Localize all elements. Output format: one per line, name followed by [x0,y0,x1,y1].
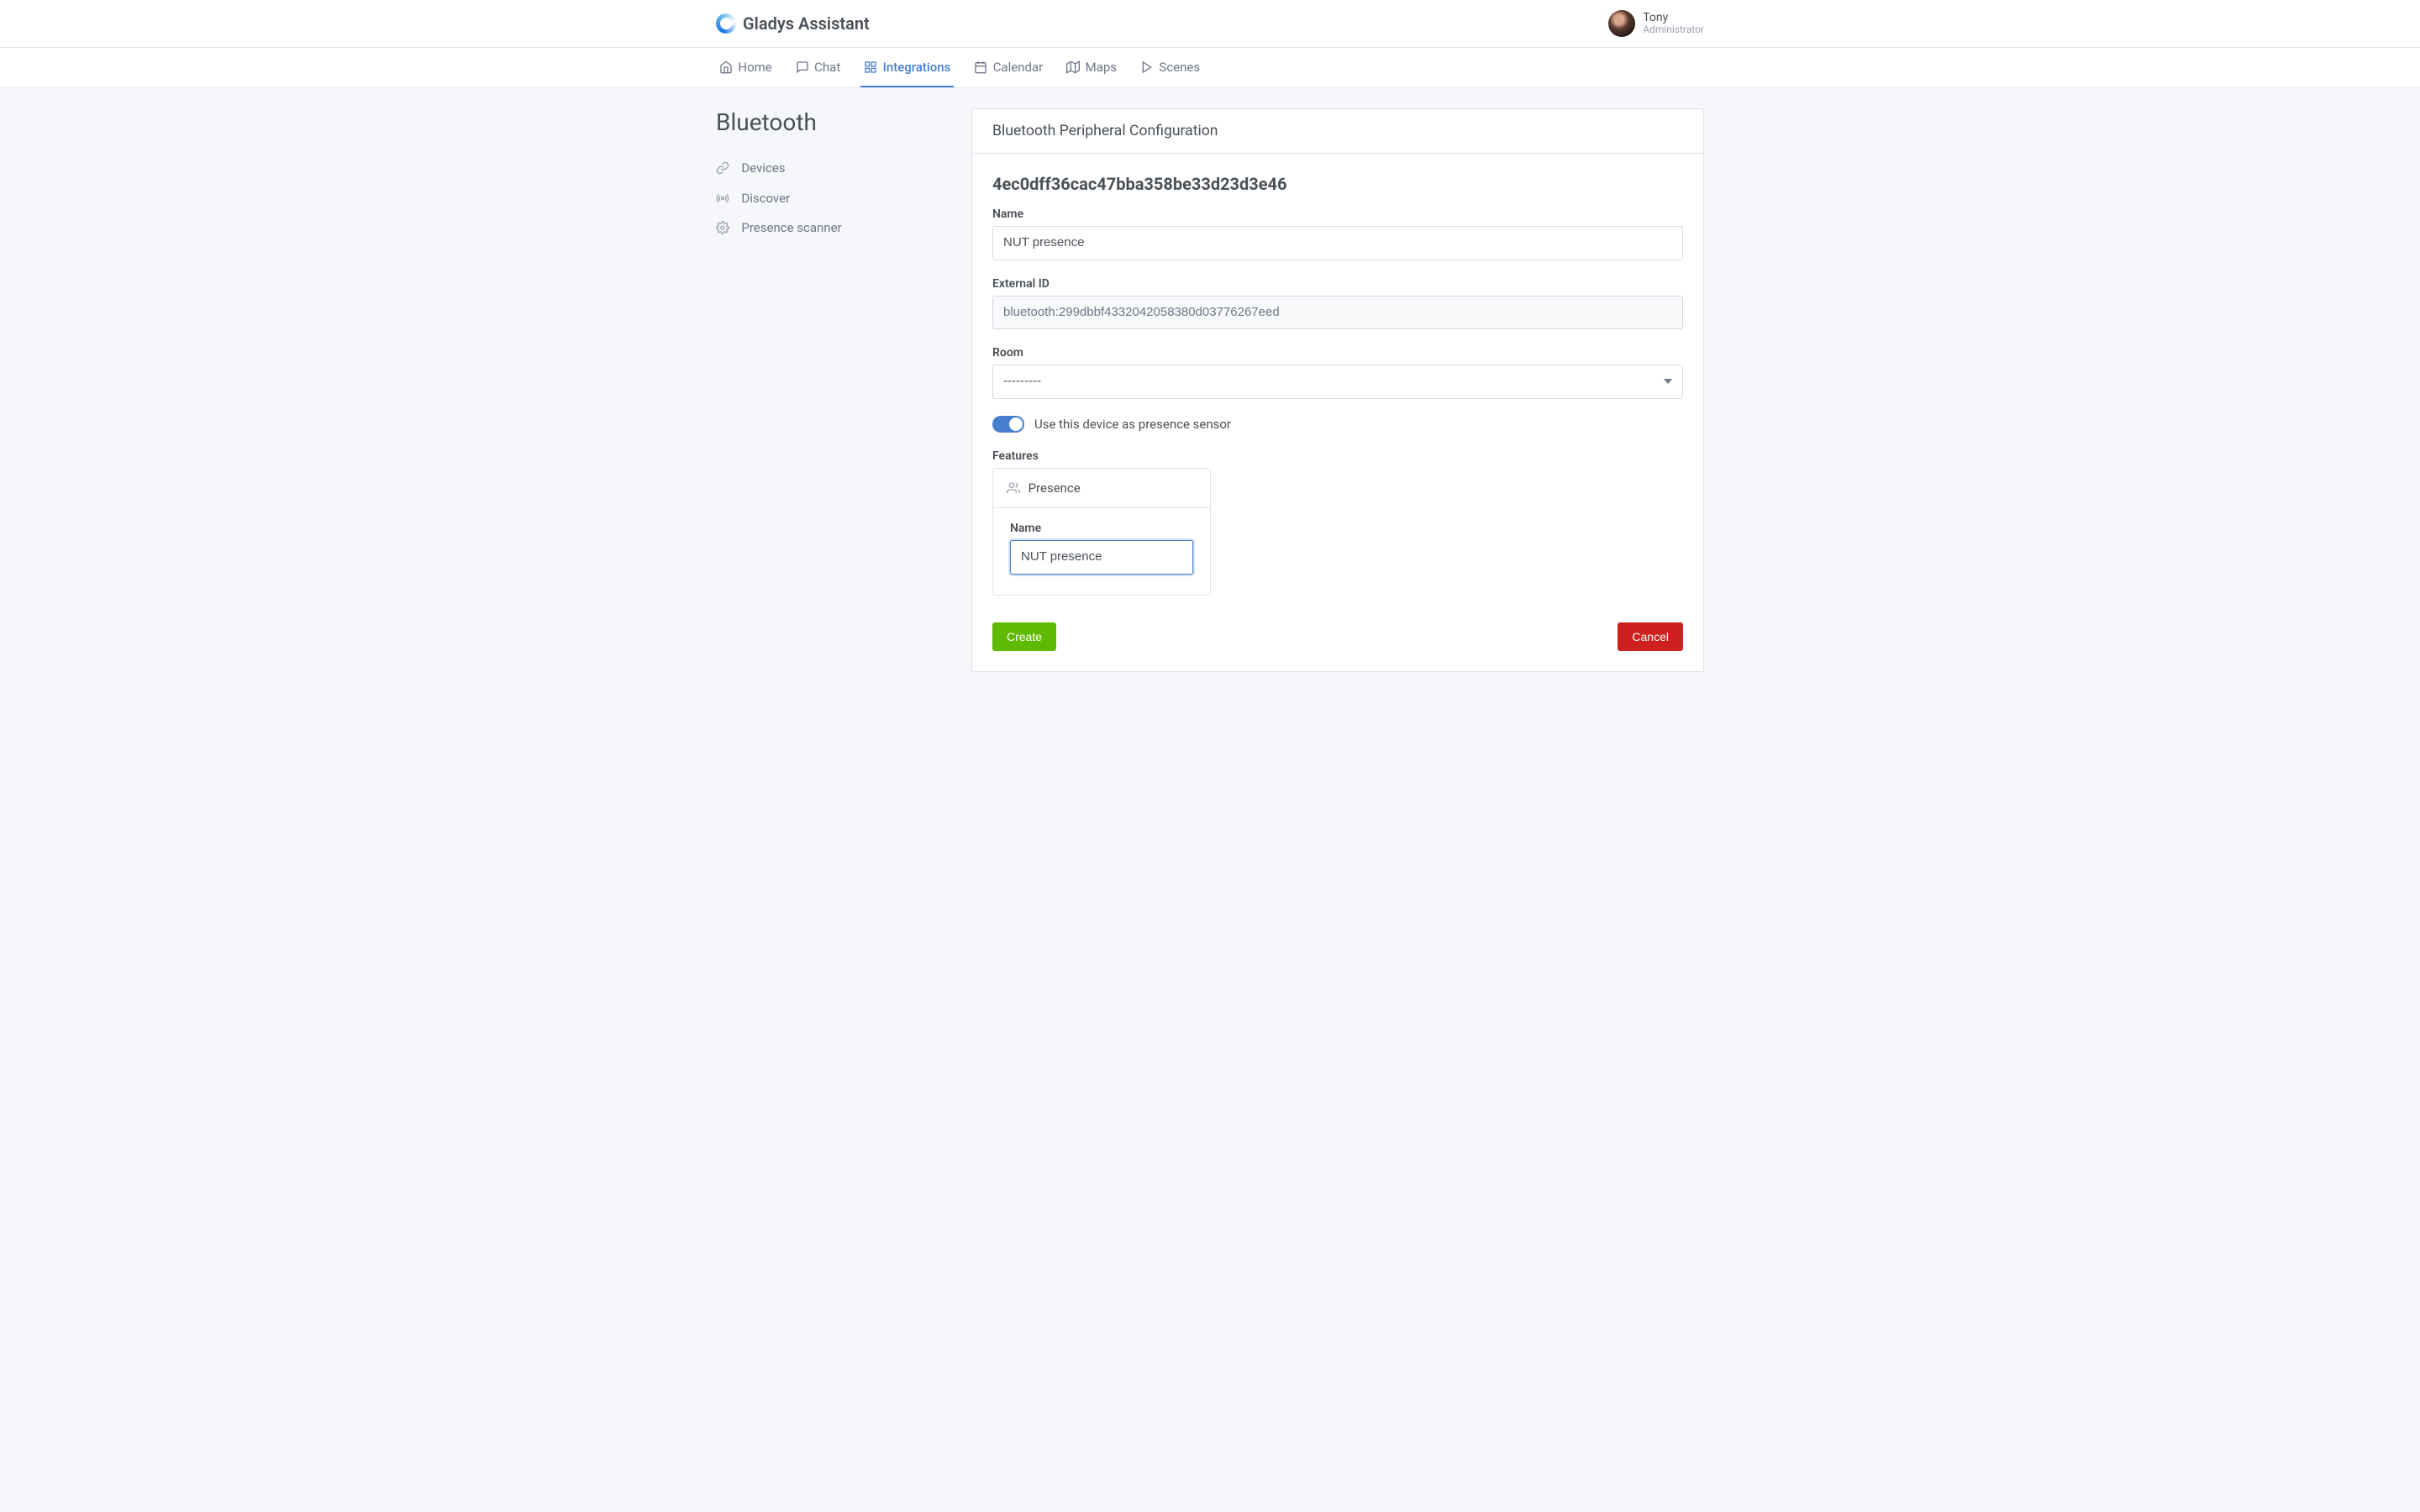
page-title: Bluetooth [716,108,951,136]
grid-icon [864,60,877,74]
brand-name: Gladys Assistant [743,13,870,34]
external-id-label: External ID [992,277,1683,291]
brand-link[interactable]: Gladys Assistant [716,13,870,34]
sidebar-item-label: Discover [741,191,790,206]
user-meta: Tony Administrator [1643,12,1704,36]
external-id-input [992,296,1683,330]
nav-calendar[interactable]: Calendar [971,48,1046,87]
radio-icon [716,192,729,205]
nav-chat[interactable]: Chat [792,48,844,87]
nav-integrations-label: Integrations [883,60,951,75]
gear-icon [716,221,729,234]
sidebar: Bluetooth Devices Discover Presence scan… [716,108,951,672]
feature-title: Presence [1028,480,1081,496]
sidebar-item-label: Devices [741,160,785,176]
nav-home-label: Home [738,60,771,75]
features-label: Features [992,449,1683,463]
chat-icon [796,60,809,74]
nav-integrations[interactable]: Integrations [860,48,954,87]
users-icon [1007,481,1020,495]
toggle-knob [1009,417,1023,431]
nav-maps-label: Maps [1086,60,1117,75]
sidebar-item-label: Presence scanner [741,220,841,235]
sidebar-item-discover[interactable]: Discover [716,183,951,213]
nav-chat-label: Chat [814,60,840,75]
presence-toggle-label: Use this device as presence sensor [1034,417,1231,432]
device-id: 4ec0dff36cac47bba358be33d23d3e46 [992,174,1683,194]
play-icon [1140,60,1154,74]
user-name: Tony [1643,12,1704,24]
name-input[interactable] [992,226,1683,260]
nav-calendar-label: Calendar [993,60,1044,75]
brand-logo-icon [716,13,736,34]
feature-name-label: Name [1010,522,1193,535]
presence-toggle[interactable] [992,416,1024,433]
calendar-icon [974,60,987,74]
main-content: Bluetooth Devices Discover Presence scan… [0,88,2420,692]
name-label: Name [992,207,1683,221]
room-label: Room [992,346,1683,360]
feature-card: Presence Name [992,468,1211,596]
nav-scenes-label: Scenes [1159,60,1200,75]
feature-header: Presence [993,469,1210,509]
main-nav: Home Chat Integrations Calendar Maps Sce… [0,48,2420,88]
sidebar-item-presence-scanner[interactable]: Presence scanner [716,213,951,243]
map-icon [1066,60,1080,74]
nav-home[interactable]: Home [716,48,776,87]
feature-name-input[interactable] [1010,540,1193,575]
nav-scenes[interactable]: Scenes [1137,48,1203,87]
top-header: Gladys Assistant Tony Administrator [0,0,2420,48]
home-icon [719,60,733,74]
cancel-button[interactable]: Cancel [1618,622,1683,651]
config-card: Bluetooth Peripheral Configuration 4ec0d… [971,108,1704,672]
create-button[interactable]: Create [992,622,1056,651]
card-title: Bluetooth Peripheral Configuration [972,109,1703,154]
user-role: Administrator [1643,24,1704,35]
room-select[interactable]: --------- [992,365,1683,399]
nav-maps[interactable]: Maps [1063,48,1120,87]
avatar [1608,10,1635,37]
link-icon [716,161,729,175]
user-menu[interactable]: Tony Administrator [1608,10,1704,37]
sidebar-item-devices[interactable]: Devices [716,153,951,183]
